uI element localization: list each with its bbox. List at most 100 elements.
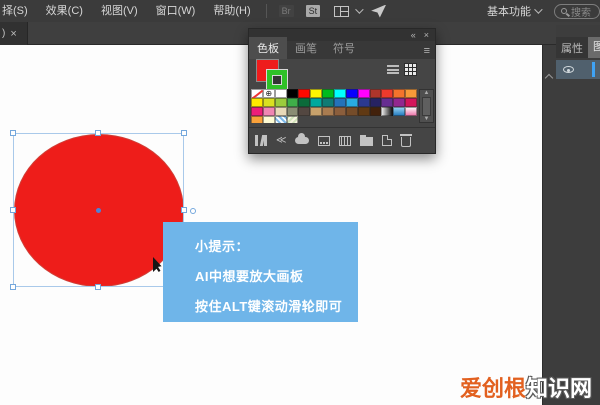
document-tab[interactable]: ) ×	[0, 22, 28, 45]
swatch[interactable]	[310, 107, 323, 116]
selection-handle-sw[interactable]	[10, 284, 16, 290]
tab-brushes[interactable]: 画笔	[287, 37, 325, 59]
swatch[interactable]	[393, 98, 406, 107]
swatch[interactable]	[405, 89, 417, 98]
swatch[interactable]	[345, 107, 358, 116]
swatch[interactable]	[274, 116, 287, 123]
swatch[interactable]	[393, 116, 405, 123]
selection-handle-w[interactable]	[10, 207, 16, 213]
swatch[interactable]	[405, 98, 417, 107]
scroll-up-icon[interactable]: ▲	[420, 90, 433, 96]
swatch[interactable]	[381, 89, 394, 98]
list-view-icon[interactable]	[387, 64, 399, 75]
menu-item[interactable]: 视图(V)	[92, 0, 147, 22]
swatch[interactable]	[369, 107, 382, 116]
swatch[interactable]	[333, 89, 346, 98]
swatch[interactable]	[369, 98, 382, 107]
swatch[interactable]	[381, 116, 393, 123]
scroll-up-icon[interactable]	[544, 73, 554, 83]
color-themes-icon[interactable]	[339, 135, 352, 146]
panel-menu-icon[interactable]: ≡	[418, 45, 435, 59]
selection-handle-s[interactable]	[95, 284, 101, 290]
tab-properties[interactable]: 属性	[556, 40, 588, 56]
menu-item[interactable]: 窗口(W)	[147, 0, 205, 22]
swatch[interactable]	[405, 107, 417, 116]
swatch-libraries-icon[interactable]	[255, 135, 267, 146]
swatch[interactable]	[346, 116, 358, 123]
swatch[interactable]	[286, 116, 299, 123]
bridge-icon[interactable]: Br	[278, 5, 294, 17]
swatch[interactable]	[381, 98, 394, 107]
selection-handle-nw[interactable]	[10, 130, 16, 136]
layer-visibility-eye-icon[interactable]	[563, 66, 574, 73]
swatch[interactable]	[298, 98, 311, 107]
new-swatch-icon[interactable]	[382, 135, 393, 146]
scrollbar-thumb[interactable]	[422, 97, 431, 116]
selection-handle-e-widget[interactable]	[190, 208, 196, 214]
swatch[interactable]	[334, 116, 346, 123]
tab-layers[interactable]: 图层	[588, 37, 600, 58]
stroke-color-indicator[interactable]	[267, 70, 287, 90]
swatch[interactable]	[393, 107, 406, 116]
swatch[interactable]	[369, 89, 382, 98]
selection-handle-ne[interactable]	[181, 130, 187, 136]
swatch[interactable]	[358, 116, 370, 123]
chevron-down-icon[interactable]	[355, 5, 364, 14]
share-icon[interactable]	[371, 4, 387, 18]
swatch[interactable]	[322, 107, 334, 116]
new-color-group-icon[interactable]	[360, 135, 374, 146]
close-panel-icon[interactable]: ×	[424, 30, 429, 40]
swatch[interactable]	[262, 116, 275, 123]
swatch-options-icon[interactable]	[318, 135, 331, 146]
menu-item[interactable]: 择(S)	[0, 0, 37, 22]
swatch[interactable]	[322, 98, 334, 107]
swatch[interactable]	[310, 116, 322, 123]
delete-swatch-icon[interactable]	[400, 134, 413, 147]
swatch[interactable]	[298, 107, 311, 116]
swatch[interactable]	[286, 98, 299, 107]
selection-handle-e[interactable]	[181, 207, 187, 213]
arrange-documents-icon[interactable]	[334, 5, 350, 17]
canvas-vertical-scrollbar[interactable]	[542, 45, 556, 405]
layer-row[interactable]	[556, 60, 600, 79]
swatch[interactable]	[298, 116, 310, 123]
search-input[interactable]: 搜索	[554, 3, 600, 19]
swatch[interactable]	[262, 107, 275, 116]
swatch[interactable]	[322, 89, 334, 98]
grid-view-icon[interactable]	[404, 63, 417, 76]
shape-center-point[interactable]	[96, 208, 101, 213]
swatch[interactable]	[405, 116, 417, 123]
add-to-library-icon[interactable]	[295, 133, 310, 144]
swatch[interactable]	[286, 107, 299, 116]
menu-item[interactable]: 效果(C)	[37, 0, 92, 22]
swatch[interactable]	[357, 107, 370, 116]
swatch[interactable]	[274, 89, 287, 98]
menu-item[interactable]: 帮助(H)	[204, 0, 259, 22]
scroll-down-icon[interactable]: ▼	[420, 116, 433, 122]
swatch[interactable]	[345, 98, 358, 107]
swatch[interactable]	[381, 107, 394, 116]
swatch[interactable]	[357, 98, 370, 107]
tab-symbols[interactable]: 符号	[325, 37, 363, 59]
swatch[interactable]	[251, 116, 263, 123]
swatch[interactable]	[274, 107, 287, 116]
swatch[interactable]	[298, 89, 311, 98]
tab-swatches[interactable]: 色板	[249, 37, 287, 59]
swatch[interactable]	[370, 116, 382, 123]
swatch[interactable]	[310, 98, 323, 107]
swatch[interactable]	[286, 89, 299, 98]
workspace-switcher[interactable]: 基本功能	[487, 3, 543, 19]
swatch[interactable]	[251, 107, 263, 116]
swatch[interactable]	[262, 89, 275, 98]
swatch[interactable]	[251, 89, 263, 98]
stock-icon[interactable]: St	[305, 5, 321, 17]
swatch[interactable]	[345, 89, 358, 98]
selection-handle-n[interactable]	[95, 130, 101, 136]
swatch[interactable]	[333, 98, 346, 107]
collapse-panel-icon[interactable]: «	[411, 30, 416, 40]
swatch[interactable]	[333, 107, 346, 116]
close-icon[interactable]: ×	[10, 28, 16, 40]
swatch[interactable]	[262, 98, 275, 107]
swatch-kinds-icon[interactable]: ≪	[276, 135, 286, 146]
swatch[interactable]	[310, 89, 323, 98]
